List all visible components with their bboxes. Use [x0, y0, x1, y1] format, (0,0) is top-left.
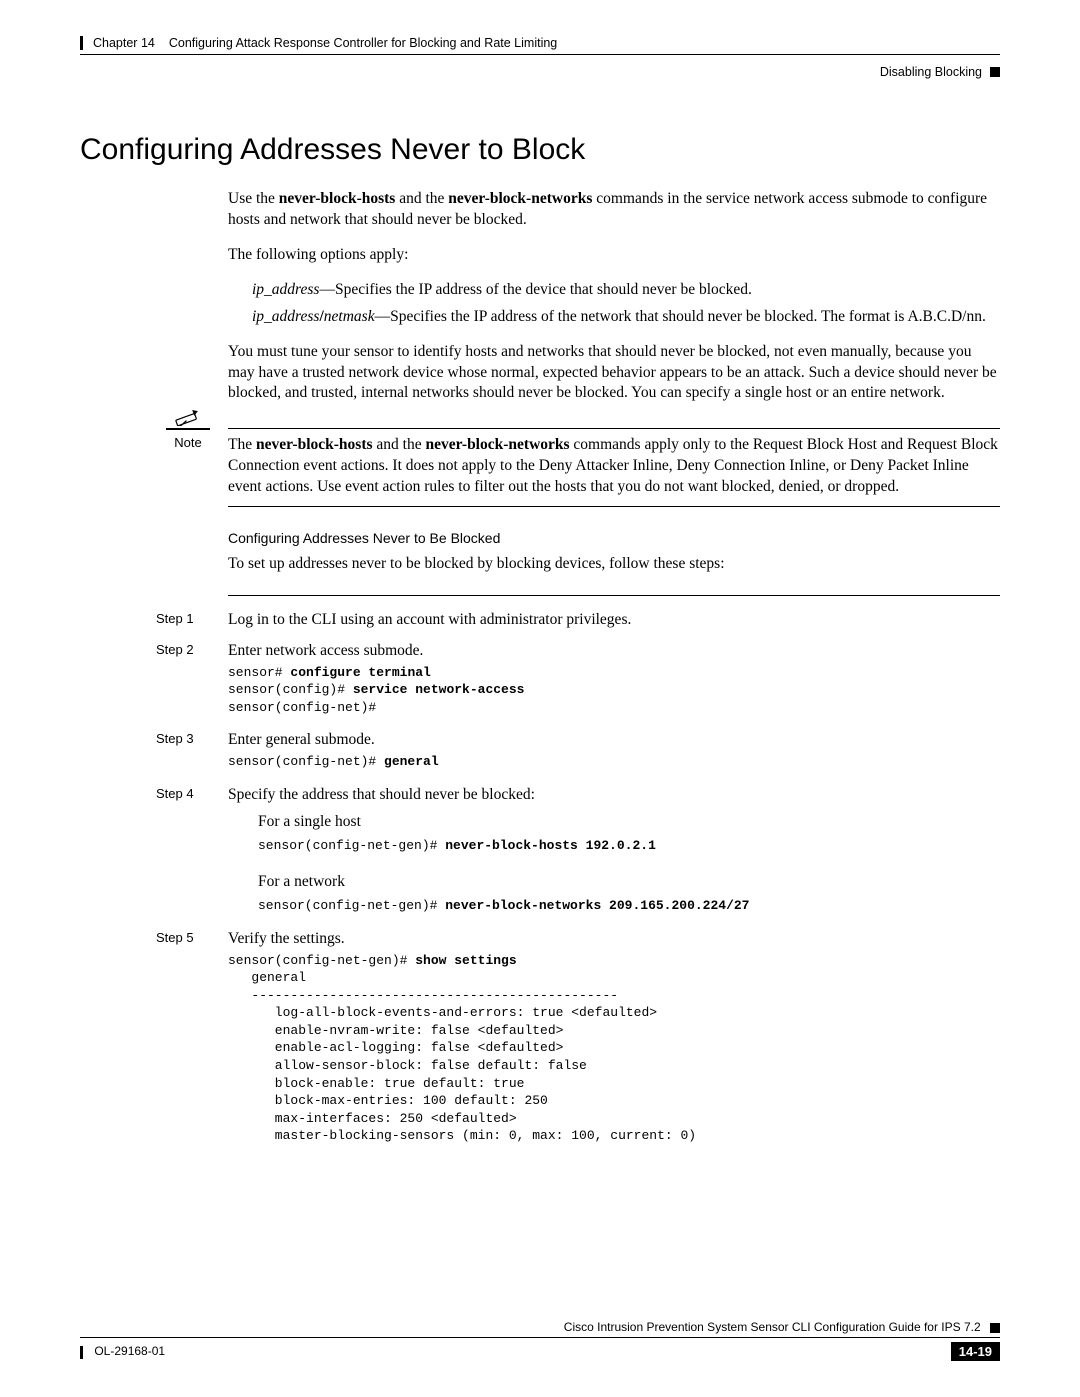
pencil-icon	[172, 406, 204, 426]
page-footer: Cisco Intrusion Prevention System Sensor…	[80, 1320, 1000, 1361]
intro-paragraph-3: You must tune your sensor to identify ho…	[228, 342, 1000, 405]
footer-marker-icon	[990, 1323, 1000, 1333]
step-text: Enter general submode.	[228, 730, 1000, 751]
page-number: 14-19	[951, 1342, 1000, 1361]
step-text: Log in to the CLI using an account with …	[228, 610, 1000, 631]
step-label: Step 3	[156, 730, 216, 748]
breadcrumb-marker-icon	[990, 67, 1000, 77]
step-text: Verify the settings.	[228, 929, 1000, 950]
section-breadcrumb: Disabling Blocking	[80, 65, 1000, 79]
step-code: sensor(config-net-gen)# never-block-host…	[258, 837, 1000, 855]
step-4: Step 4 Specify the address that should n…	[228, 785, 1000, 915]
note-block: Note The never-block-hosts and the never…	[228, 428, 1000, 507]
step-3: Step 3 Enter general submode. sensor(con…	[228, 730, 1000, 770]
step-sub-host-label: For a single host	[258, 812, 1000, 833]
step-2: Step 2 Enter network access submode. sen…	[228, 641, 1000, 717]
step-sub-network-label: For a network	[258, 872, 1000, 893]
page-title: Configuring Addresses Never to Block	[80, 133, 1000, 167]
procedure-intro: To set up addresses never to be blocked …	[228, 554, 1000, 575]
step-code: sensor(config-net-gen)# never-block-netw…	[258, 897, 1000, 915]
chapter-number: Chapter 14	[93, 36, 155, 50]
chapter-title: Configuring Attack Response Controller f…	[169, 36, 557, 50]
step-code: sensor(config-net)# general	[228, 753, 1000, 771]
step-5: Step 5 Verify the settings. sensor(confi…	[228, 929, 1000, 1145]
option-ip-address: ip_address—Specifies the IP address of t…	[252, 280, 1000, 301]
step-label: Step 4	[156, 785, 216, 803]
step-label: Step 1	[156, 610, 216, 628]
intro-paragraph-2: The following options apply:	[228, 245, 1000, 266]
step-code: sensor# configure terminal sensor(config…	[228, 664, 1000, 717]
step-label: Step 5	[156, 929, 216, 947]
option-ip-netmask: ip_address/netmask—Specifies the IP addr…	[252, 307, 1000, 328]
intro-paragraph-1: Use the never-block-hosts and the never-…	[228, 189, 1000, 231]
note-text: The never-block-hosts and the never-bloc…	[228, 435, 1000, 498]
note-label: Note	[160, 434, 216, 452]
procedure-heading: Configuring Addresses Never to Be Blocke…	[228, 529, 1000, 548]
step-text: Enter network access submode.	[228, 641, 1000, 662]
step-label: Step 2	[156, 641, 216, 659]
step-1: Step 1 Log in to the CLI using an accoun…	[228, 610, 1000, 631]
footer-guide-title: Cisco Intrusion Prevention System Sensor…	[564, 1320, 981, 1334]
footer-doc-id: OL-29168-01	[94, 1344, 165, 1358]
step-code: sensor(config-net-gen)# show settings ge…	[228, 952, 1000, 1145]
breadcrumb-text: Disabling Blocking	[880, 65, 982, 79]
step-text: Specify the address that should never be…	[228, 785, 1000, 806]
page-header: Chapter 14 Configuring Attack Response C…	[80, 36, 1000, 50]
